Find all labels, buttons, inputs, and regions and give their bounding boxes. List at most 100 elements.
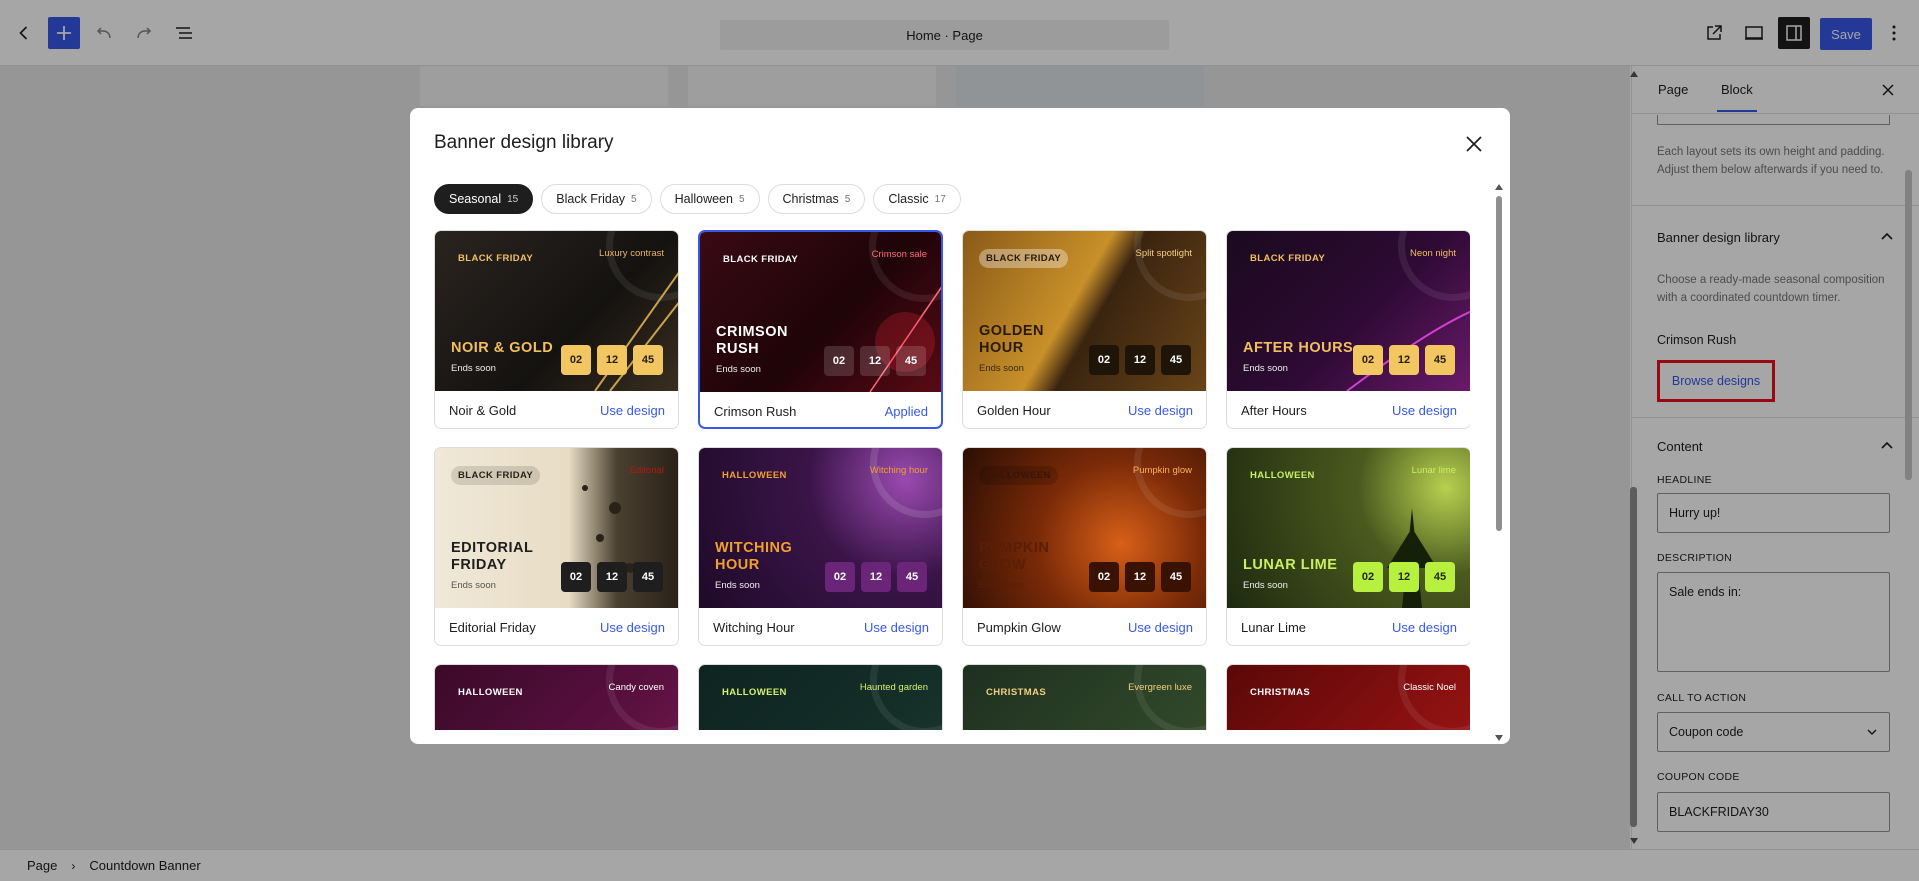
design-tag: Crimson sale	[871, 249, 927, 260]
timer-box: 12	[597, 562, 627, 592]
design-name: Golden Hour	[977, 403, 1051, 418]
filter-chips: Seasonal 15 Black Friday 5 Halloween 5 Chri…	[434, 184, 961, 214]
timer-box: 12	[1125, 562, 1155, 592]
timer-box: 12	[1389, 345, 1419, 375]
filter-chip-christmas[interactable]: Christmas 5	[767, 184, 866, 214]
timer-box: 02	[1353, 345, 1383, 375]
timer-box: 12	[1389, 562, 1419, 592]
design-card[interactable]: HALLOWEEN Haunted garden	[698, 664, 943, 730]
timer-box: 02	[561, 562, 591, 592]
timer-box: 12	[861, 562, 891, 592]
design-preview: BLACK FRIDAY Editorial EDITORIAL FRIDAY …	[435, 448, 678, 608]
timer-box: 45	[897, 562, 927, 592]
banner-library-modal: Banner design library Seasonal 15 Black F…	[410, 108, 1510, 744]
decorative-ring	[1134, 231, 1206, 301]
use-design-button[interactable]: Use design	[1392, 403, 1457, 418]
card-footer: Lunar Lime Use design	[1227, 608, 1470, 645]
design-badge: HALLOWEEN	[722, 470, 787, 481]
use-design-button[interactable]: Use design	[600, 403, 665, 418]
filter-chip-halloween[interactable]: Halloween 5	[659, 184, 760, 214]
design-tag: Candy coven	[608, 682, 664, 693]
timer-box: 45	[896, 346, 926, 376]
design-badge: BLACK FRIDAY	[979, 249, 1069, 268]
timer-box: 45	[633, 345, 663, 375]
design-subtitle: Ends soon	[979, 363, 1024, 374]
design-card[interactable]: BLACK FRIDAY Neon night AFTER HOURS Ends…	[1226, 230, 1470, 429]
countdown-timer: 02 12 45	[1089, 345, 1191, 375]
use-design-button[interactable]: Use design	[1128, 620, 1193, 635]
applied-label[interactable]: Applied	[885, 404, 928, 419]
design-preview: BLACK FRIDAY Neon night AFTER HOURS Ends…	[1227, 231, 1470, 391]
design-card[interactable]: HALLOWEEN Candy coven	[434, 664, 679, 730]
design-tag: Lunar lime	[1411, 465, 1456, 476]
use-design-button[interactable]: Use design	[1128, 403, 1193, 418]
design-badge: CHRISTMAS	[986, 687, 1047, 698]
timer-box: 02	[1089, 345, 1119, 375]
use-design-button[interactable]: Use design	[600, 620, 665, 635]
design-badge: HALLOWEEN	[1250, 470, 1315, 481]
design-headline: AFTER HOURS	[1243, 340, 1354, 356]
design-badge: HALLOWEEN	[979, 466, 1058, 485]
design-badge: BLACK FRIDAY	[451, 466, 541, 485]
decorative-ring	[1134, 665, 1206, 730]
design-badge: HALLOWEEN	[722, 687, 787, 698]
modal-scroll-down-arrow[interactable]	[1495, 735, 1503, 741]
design-tag: Neon night	[1410, 248, 1456, 259]
chip-count: 5	[844, 193, 851, 205]
modal-scroll-up-arrow[interactable]	[1495, 184, 1503, 190]
design-card[interactable]: BLACK FRIDAY Editorial EDITORIAL FRIDAY …	[434, 447, 679, 646]
design-tag: Evergreen luxe	[1128, 682, 1192, 693]
design-card[interactable]: CHRISTMAS Evergreen luxe	[962, 664, 1207, 730]
design-subtitle: Ends soon	[451, 363, 496, 374]
card-footer: After Hours Use design	[1227, 391, 1470, 428]
countdown-timer: 02 12 45	[824, 346, 926, 376]
modal-title: Banner design library	[434, 132, 614, 153]
design-headline: WITCHING HOUR	[715, 540, 793, 573]
filter-chip-classic[interactable]: Classic 17	[873, 184, 961, 214]
design-tag: Pumpkin glow	[1132, 465, 1192, 476]
design-subtitle: Ends soon	[1243, 363, 1288, 374]
close-modal-button[interactable]	[1460, 130, 1488, 158]
design-card[interactable]: HALLOWEEN Lunar lime LUNAR LIME Ends soo…	[1226, 447, 1470, 646]
design-card[interactable]: HALLOWEEN Witching hour WITCHING HOUR En…	[698, 447, 943, 646]
modal-scrollbar-thumb[interactable]	[1496, 196, 1502, 531]
design-tag: Split spotlight	[1135, 248, 1192, 259]
design-preview: CHRISTMAS Evergreen luxe	[963, 665, 1206, 730]
design-subtitle: Ends soon	[716, 364, 761, 375]
card-footer: Noir & Gold Use design	[435, 391, 678, 428]
timer-box: 45	[1161, 562, 1191, 592]
design-name: Noir & Gold	[449, 403, 517, 418]
design-name: Pumpkin Glow	[977, 620, 1061, 635]
design-preview: BLACK FRIDAY Luxury contrast NOIR & GOLD…	[435, 231, 678, 391]
timer-box: 12	[597, 345, 627, 375]
filter-chip-black-friday[interactable]: Black Friday 5	[541, 184, 652, 214]
design-card[interactable]: CHRISTMAS Classic Noel	[1226, 664, 1470, 730]
design-preview: HALLOWEEN Haunted garden	[699, 665, 942, 730]
card-footer: Crimson Rush Applied	[700, 392, 941, 427]
countdown-timer: 02 12 45	[1353, 562, 1455, 592]
timer-box: 02	[561, 345, 591, 375]
design-preview: HALLOWEEN Candy coven	[435, 665, 678, 730]
use-design-button[interactable]: Use design	[864, 620, 929, 635]
design-card-selected[interactable]: BLACK FRIDAY Crimson sale CRIMSON RUSH E…	[698, 230, 943, 429]
countdown-timer: 02 12 45	[825, 562, 927, 592]
design-card[interactable]: HALLOWEEN Pumpkin glow PUMPKIN GLOW Ends…	[962, 447, 1207, 646]
timer-box: 02	[1353, 562, 1383, 592]
use-design-button[interactable]: Use design	[1392, 620, 1457, 635]
design-headline: EDITORIAL FRIDAY	[451, 540, 534, 573]
design-name: After Hours	[1241, 403, 1307, 418]
design-card[interactable]: BLACK FRIDAY Luxury contrast NOIR & GOLD…	[434, 230, 679, 429]
design-card[interactable]: BLACK FRIDAY Split spotlight GOLDEN HOUR…	[962, 230, 1207, 429]
design-subtitle: Ends soon	[451, 580, 496, 591]
design-name: Witching Hour	[713, 620, 795, 635]
timer-box: 45	[1161, 345, 1191, 375]
filter-chip-seasonal[interactable]: Seasonal 15	[434, 184, 534, 214]
design-headline: LUNAR LIME	[1243, 557, 1338, 573]
design-subtitle: Ends soon	[1243, 580, 1288, 591]
design-preview: HALLOWEEN Pumpkin glow PUMPKIN GLOW Ends…	[963, 448, 1206, 608]
design-preview: BLACK FRIDAY Crimson sale CRIMSON RUSH E…	[700, 232, 941, 392]
close-icon	[1466, 136, 1482, 152]
design-badge: BLACK FRIDAY	[723, 254, 799, 265]
chip-count: 15	[507, 193, 519, 205]
design-name: Editorial Friday	[449, 620, 536, 635]
